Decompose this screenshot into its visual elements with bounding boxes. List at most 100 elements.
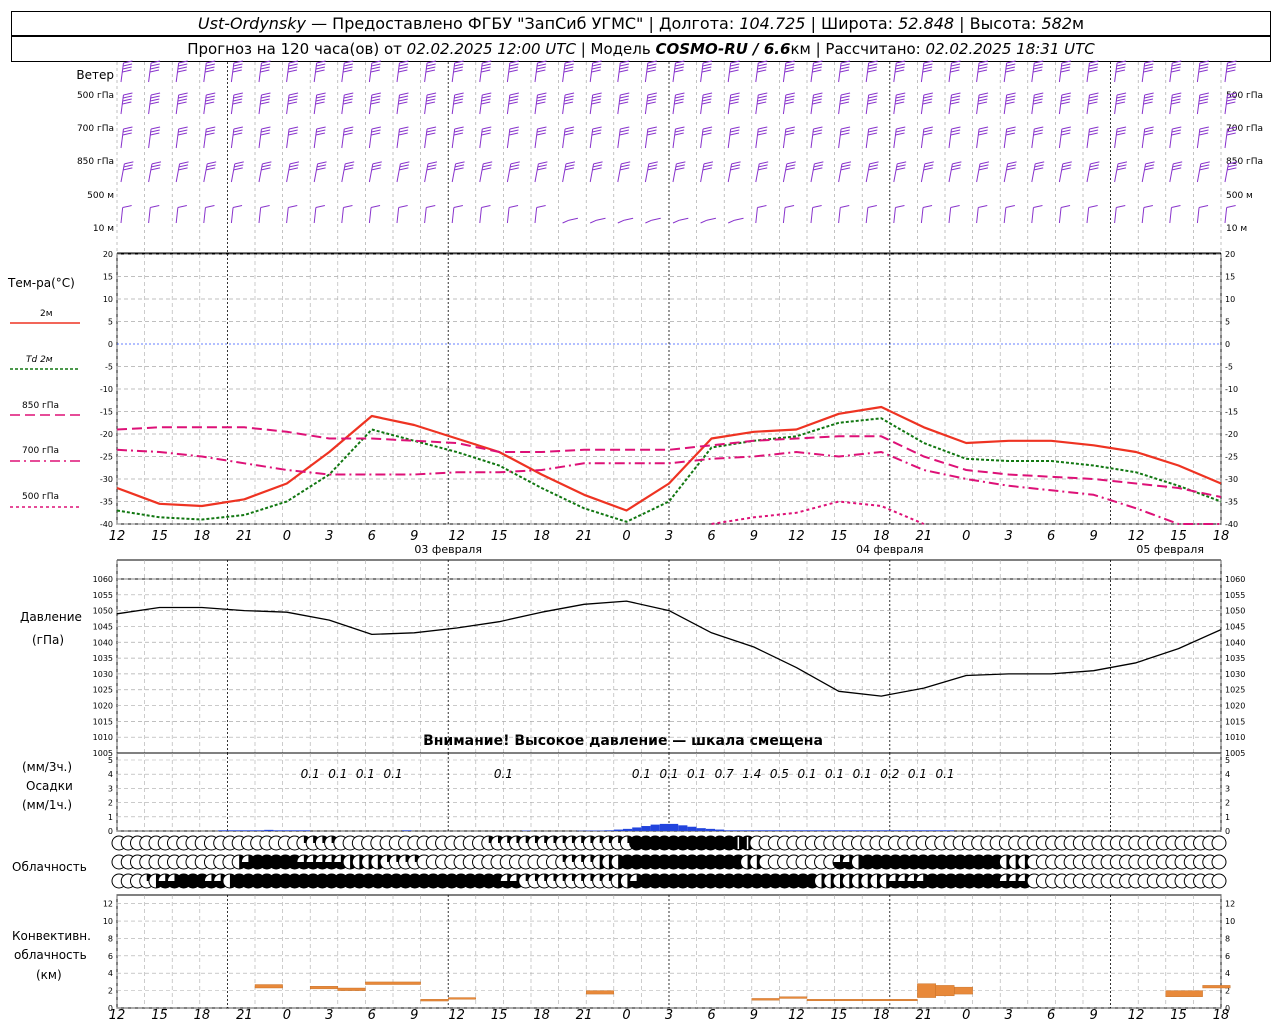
wind-barb <box>286 126 299 149</box>
wind-barb-flag <box>923 98 933 102</box>
wind-barb-flag <box>786 164 796 168</box>
wind-barb-flag <box>1060 101 1070 105</box>
wind-barb <box>1114 92 1127 115</box>
wind-barb-flag <box>509 66 519 70</box>
wind-barb-flag <box>1145 161 1155 165</box>
wind-barb <box>672 60 685 83</box>
precip-hourly-bar <box>604 830 614 831</box>
precip-hourly-bar <box>218 830 228 831</box>
wind-barb-flag <box>508 205 519 209</box>
wind-barb <box>479 205 491 224</box>
wind-barb-flag <box>177 66 188 70</box>
temp-series-line <box>711 500 925 525</box>
wind-barb <box>148 126 161 149</box>
wind-barb-flag <box>371 167 381 171</box>
wind-barb <box>1031 60 1044 83</box>
temp-tick-left: 10 <box>103 295 113 304</box>
precip-hourly-bar <box>623 828 633 831</box>
wind-barb-flag <box>1116 92 1127 96</box>
wind-barb-flag <box>260 63 271 67</box>
wind-barb-flag <box>591 101 601 105</box>
wind-barb-flag <box>178 126 188 130</box>
wind-barb-flag <box>233 95 243 99</box>
precip-hourly-bar <box>797 830 807 831</box>
wind-barb-flag <box>233 98 243 102</box>
wind-barb-flag <box>371 63 381 67</box>
wind-barb <box>562 126 575 149</box>
wind-barb-flag <box>400 161 410 165</box>
wind-barb-flag <box>150 126 161 130</box>
wind-barb-flag <box>1144 164 1155 168</box>
wind-barb-flag <box>150 205 160 209</box>
wind-barb-flag <box>371 126 381 130</box>
wind-barb-flag <box>1088 66 1098 70</box>
wind-barb-flag <box>453 132 464 136</box>
wind-barb-flag <box>1033 129 1044 133</box>
wind-barb-staff <box>617 219 625 224</box>
wind-barb <box>1196 60 1209 83</box>
wind-barb-flag <box>536 98 546 102</box>
wind-barb-flag <box>1005 101 1015 105</box>
precip-hourly-bar <box>273 830 283 831</box>
wind-barb-flag <box>674 63 685 67</box>
wind-barb-flag <box>206 60 216 64</box>
wind-barb-flag <box>619 101 629 105</box>
wind-barb-flag <box>1089 164 1099 168</box>
wind-barb-flag <box>426 63 436 67</box>
wind-barb-staff <box>175 207 179 224</box>
wind-barb <box>1224 161 1238 183</box>
wind-barb <box>203 161 217 183</box>
wind-barb-flag <box>978 66 988 70</box>
wind-barb <box>230 126 243 149</box>
precip-tick-right: 5 <box>1225 756 1230 765</box>
precip-3h-label: 0.1 <box>825 767 844 781</box>
wind-barb-flag <box>978 132 988 136</box>
wind-barb-flag <box>1143 132 1154 136</box>
convective-tick-left: 6 <box>108 952 113 961</box>
wind-barb <box>865 92 878 115</box>
wind-barb-flag <box>260 95 271 99</box>
cloud-symbol-outline <box>1211 854 1227 870</box>
wind-barb-flag <box>122 132 132 136</box>
wind-barb <box>1003 205 1015 224</box>
wind-barb <box>1031 92 1044 115</box>
temp-tick-left: -40 <box>100 520 113 529</box>
wind-barb-flag <box>1115 101 1126 105</box>
wind-barb-flag <box>951 167 961 171</box>
precip-hourly-bar <box>843 830 853 831</box>
wind-barb-flag <box>813 92 823 96</box>
wind-barb-flag <box>454 63 464 67</box>
bottom-hour-tick-label: 6 <box>368 1008 376 1023</box>
wind-barb <box>341 92 354 115</box>
wind-barb <box>1058 60 1071 83</box>
convective-bar <box>420 999 449 1002</box>
wind-barb-flag <box>315 98 326 102</box>
wind-barb-flag <box>316 129 326 133</box>
wind-barb-flag <box>288 92 299 96</box>
wind-barb-flag <box>426 132 436 136</box>
convective-bar <box>834 999 863 1002</box>
wind-barb-flag <box>1144 63 1154 67</box>
wind-barb-flag <box>234 164 244 168</box>
wind-barb-flag <box>620 126 630 130</box>
wind-barb <box>120 205 132 224</box>
bottom-hour-tick-label: 15 <box>831 1008 848 1023</box>
wind-barb-flag <box>674 129 685 133</box>
precip-tick-left: 5 <box>108 756 113 765</box>
wind-barb-flag <box>536 63 547 67</box>
precip-tick-right: 3 <box>1225 784 1230 793</box>
bottom-hour-tick-label: 15 <box>1170 1008 1187 1023</box>
wind-barb-flag <box>536 129 547 133</box>
precip-3h-label: 0.7 <box>715 767 734 781</box>
wind-barb <box>782 205 795 224</box>
wind-barb-flag <box>482 167 492 171</box>
wind-barb <box>175 205 187 224</box>
wind-barb-staff <box>948 207 952 224</box>
wind-barb-flag <box>399 126 409 130</box>
wind-barb-flag <box>1200 164 1210 168</box>
wind-barb <box>1031 126 1044 149</box>
wind-barb-flag <box>1061 129 1071 133</box>
wind-barb-flag <box>1200 161 1210 165</box>
wind-barb-flag <box>1116 167 1127 171</box>
wind-barb-flag <box>702 98 712 102</box>
